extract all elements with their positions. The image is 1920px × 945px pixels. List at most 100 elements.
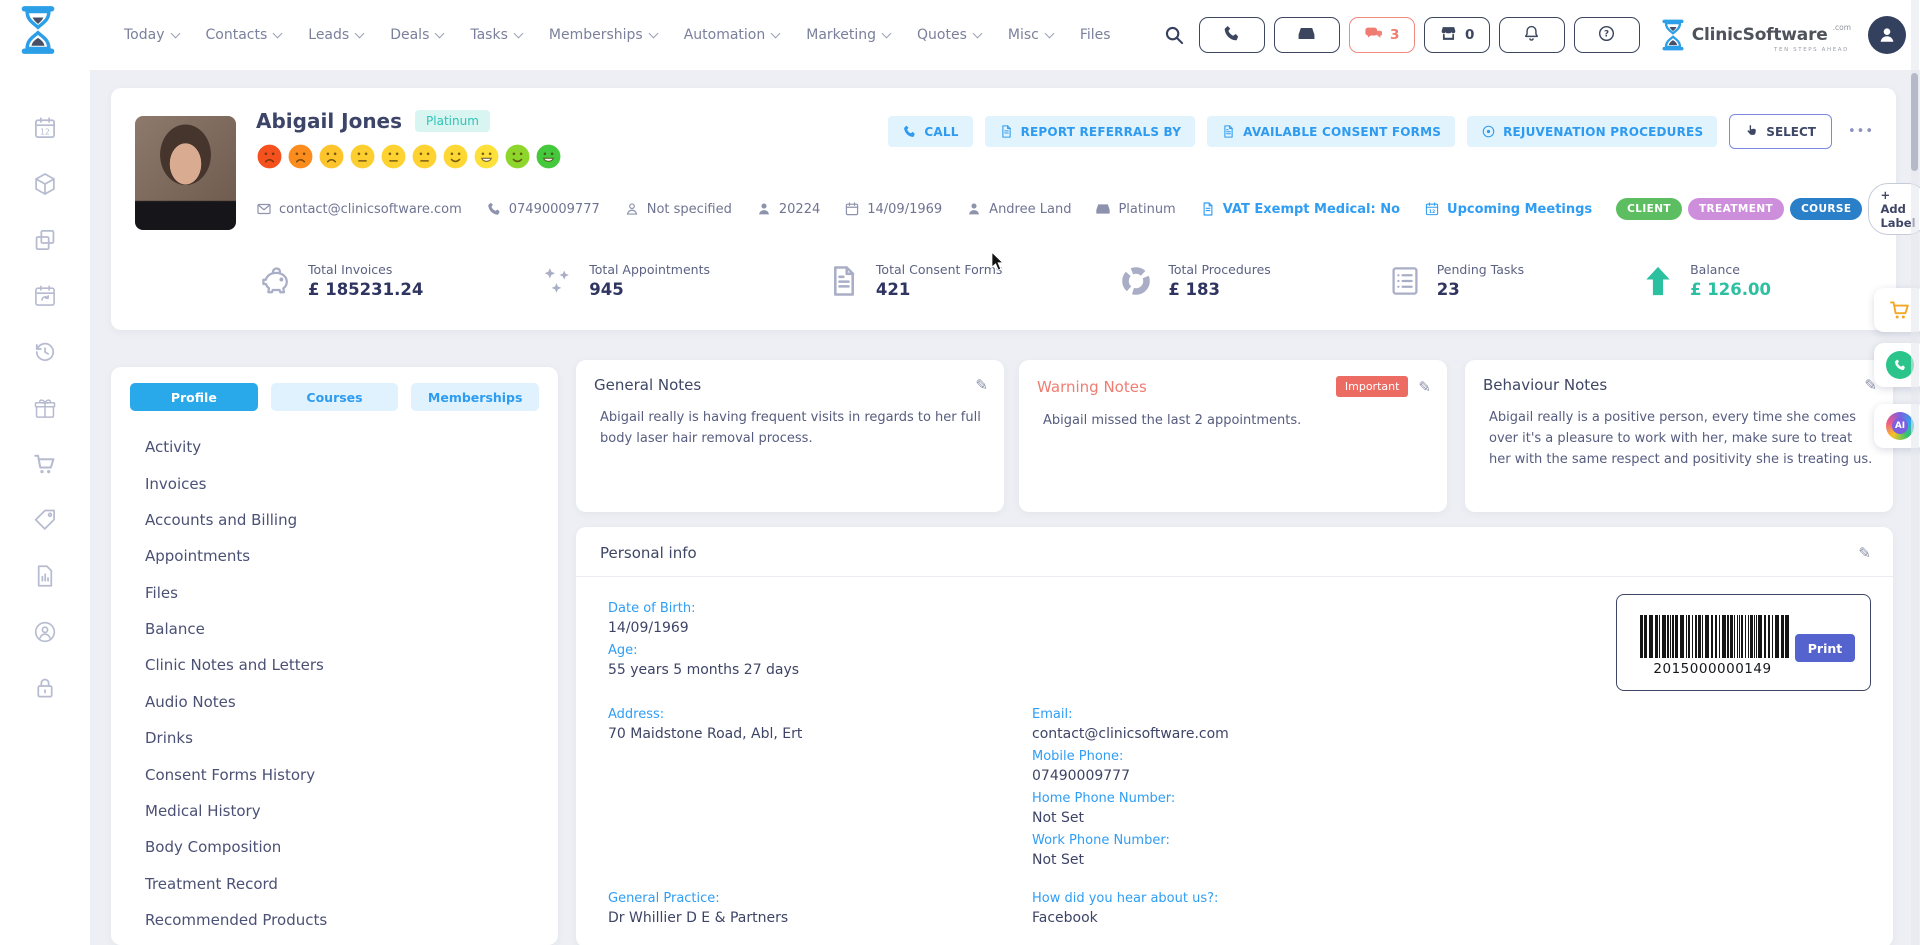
contact-item-platinum[interactable]: Platinum bbox=[1095, 201, 1175, 217]
menu-item-activity[interactable]: Activity bbox=[111, 429, 558, 465]
label-pill-course[interactable]: COURSE bbox=[1790, 198, 1862, 220]
action-label: AVAILABLE CONSENT FORMS bbox=[1243, 125, 1441, 139]
barcode-bar bbox=[1722, 615, 1726, 658]
contact-item-contact-clinicsoftware-com[interactable]: contact@clinicsoftware.com bbox=[256, 201, 462, 217]
action-label: REPORT REFERRALS BY bbox=[1021, 125, 1182, 139]
menu-item-body-composition[interactable]: Body Composition bbox=[111, 829, 558, 865]
nav-item-automation[interactable]: Automation bbox=[684, 27, 780, 43]
menu-item-invoices[interactable]: Invoices bbox=[111, 465, 558, 501]
phone-button[interactable] bbox=[1199, 17, 1265, 53]
lock-icon[interactable] bbox=[32, 675, 58, 701]
more-actions-button[interactable]: ••• bbox=[1844, 124, 1878, 139]
rejuvenation-procedures-button[interactable]: REJUVENATION PROCEDURES bbox=[1467, 116, 1717, 147]
menu-item-audio-notes[interactable]: Audio Notes bbox=[111, 684, 558, 720]
print-barcode-button[interactable]: Print bbox=[1795, 634, 1855, 662]
nav-item-leads[interactable]: Leads bbox=[308, 27, 363, 43]
bell-button[interactable] bbox=[1499, 17, 1565, 53]
client-photo[interactable] bbox=[135, 116, 236, 230]
nav-item-files[interactable]: Files bbox=[1080, 27, 1111, 43]
menu-item-files[interactable]: Files bbox=[111, 575, 558, 611]
contact-item-text: VAT Exempt Medical: No bbox=[1223, 202, 1400, 217]
account-icon[interactable] bbox=[32, 619, 58, 645]
contact-item-14-09-1969[interactable]: 14/09/1969 bbox=[844, 201, 942, 217]
package-icon[interactable] bbox=[32, 171, 58, 197]
edit-pencil-icon[interactable]: ✎ bbox=[1858, 544, 1871, 562]
contact-item-07490009777[interactable]: 07490009777 bbox=[486, 201, 600, 217]
menu-item-clinic-notes-and-letters[interactable]: Clinic Notes and Letters bbox=[111, 647, 558, 683]
nav-item-today[interactable]: Today bbox=[124, 27, 179, 43]
history-icon[interactable] bbox=[32, 339, 58, 365]
main-nav: Today Contacts Leads Deals Tasks Memberships A… bbox=[124, 0, 1111, 70]
nav-item-misc[interactable]: Misc bbox=[1008, 27, 1053, 43]
rail-icon-list: 12 bbox=[0, 115, 90, 701]
mood-face-icon-5[interactable] bbox=[380, 143, 407, 170]
clinic-crm-app: 12 Today Contacts Leads Deals Tasks Membershi… bbox=[0, 0, 1920, 945]
cart-icon[interactable] bbox=[32, 451, 58, 477]
tab-courses[interactable]: Courses bbox=[271, 383, 399, 411]
select-button[interactable]: SELECT bbox=[1729, 114, 1832, 149]
edit-pencil-icon[interactable]: ✎ bbox=[975, 376, 988, 394]
contact-item-andree-land[interactable]: Andree Land bbox=[966, 201, 1071, 217]
mood-face-icon-8[interactable] bbox=[473, 143, 500, 170]
label-pill-treatment[interactable]: TREATMENT bbox=[1688, 198, 1784, 220]
contact-item-vat-exempt-medical-no[interactable]: VAT Exempt Medical: No bbox=[1200, 201, 1400, 217]
mood-face-icon-3[interactable] bbox=[318, 143, 345, 170]
nav-item-deals[interactable]: Deals bbox=[390, 27, 443, 43]
clinicsoftware-logo-icon[interactable] bbox=[16, 5, 60, 55]
call-button[interactable]: CALL bbox=[888, 116, 972, 147]
left-icon-rail: 12 bbox=[0, 0, 90, 945]
store-button[interactable]: 0 bbox=[1424, 17, 1490, 53]
nav-item-contacts[interactable]: Contacts bbox=[206, 27, 282, 43]
field-label: Email: bbox=[1032, 705, 1452, 724]
mood-face-icon-2[interactable] bbox=[287, 143, 314, 170]
nav-item-label: Marketing bbox=[806, 27, 876, 43]
help-button[interactable]: ? bbox=[1574, 17, 1640, 53]
tab-profile[interactable]: Profile bbox=[130, 383, 258, 411]
available-consent-forms-button[interactable]: AVAILABLE CONSENT FORMS bbox=[1207, 116, 1455, 147]
mood-face-icon-6[interactable] bbox=[411, 143, 438, 170]
brand-domain-suffix: .com bbox=[1833, 23, 1851, 32]
contact-item-not-specified[interactable]: Not specified bbox=[624, 201, 732, 217]
mood-face-icon-1[interactable] bbox=[256, 143, 283, 170]
report-icon[interactable] bbox=[32, 563, 58, 589]
label-pill-client[interactable]: CLIENT bbox=[1616, 198, 1682, 220]
mood-face-icon-7[interactable] bbox=[442, 143, 469, 170]
inbox-button[interactable] bbox=[1274, 17, 1340, 53]
gift-icon[interactable] bbox=[32, 395, 58, 421]
copy-icon[interactable] bbox=[32, 227, 58, 253]
consent-icon bbox=[826, 263, 862, 299]
menu-item-consent-forms-history[interactable]: Consent Forms History bbox=[111, 756, 558, 792]
user-avatar[interactable] bbox=[1868, 16, 1906, 54]
calendar-sync-icon[interactable] bbox=[32, 283, 58, 309]
menu-item-medical-history[interactable]: Medical History bbox=[111, 793, 558, 829]
nav-item-tasks[interactable]: Tasks bbox=[470, 27, 522, 43]
nav-item-marketing[interactable]: Marketing bbox=[806, 27, 890, 43]
search-icon[interactable] bbox=[1163, 24, 1185, 46]
calendar-date-icon[interactable]: 12 bbox=[32, 115, 58, 141]
menu-item-drinks[interactable]: Drinks bbox=[111, 720, 558, 756]
field-how-did-you-hear-about-us: How did you hear about us?:Facebook bbox=[1032, 889, 1452, 928]
menu-item-appointments[interactable]: Appointments bbox=[111, 538, 558, 574]
menu-item-treatment-record[interactable]: Treatment Record bbox=[111, 866, 558, 902]
chat-button[interactable]: 3 bbox=[1349, 17, 1415, 53]
nav-item-memberships[interactable]: Memberships bbox=[549, 27, 657, 43]
edit-pencil-icon[interactable]: ✎ bbox=[1418, 378, 1431, 396]
barcode-icon bbox=[1640, 615, 1790, 658]
mood-face-icon-10[interactable] bbox=[535, 143, 562, 170]
price-tag-icon[interactable] bbox=[32, 507, 58, 533]
tab-memberships[interactable]: Memberships bbox=[411, 383, 539, 411]
field-label: Age: bbox=[608, 641, 1028, 660]
barcode-bar bbox=[1692, 615, 1693, 658]
stat-value: £ 126.00 bbox=[1690, 280, 1771, 299]
contact-item-upcoming-meetings[interactable]: 12Upcoming Meetings bbox=[1424, 201, 1592, 217]
menu-item-accounts-and-billing[interactable]: Accounts and Billing bbox=[111, 502, 558, 538]
menu-item-balance[interactable]: Balance bbox=[111, 611, 558, 647]
mood-face-icon-9[interactable] bbox=[504, 143, 531, 170]
scrollbar-thumb[interactable] bbox=[1911, 73, 1918, 171]
menu-item-recommended-products[interactable]: Recommended Products bbox=[111, 902, 558, 938]
nav-item-quotes[interactable]: Quotes bbox=[917, 27, 981, 43]
nav-item-label: Deals bbox=[390, 27, 429, 43]
contact-item-20224[interactable]: 20224 bbox=[756, 201, 820, 217]
mood-face-icon-4[interactable] bbox=[349, 143, 376, 170]
report-referrals-by-button[interactable]: REPORT REFERRALS BY bbox=[985, 116, 1196, 147]
